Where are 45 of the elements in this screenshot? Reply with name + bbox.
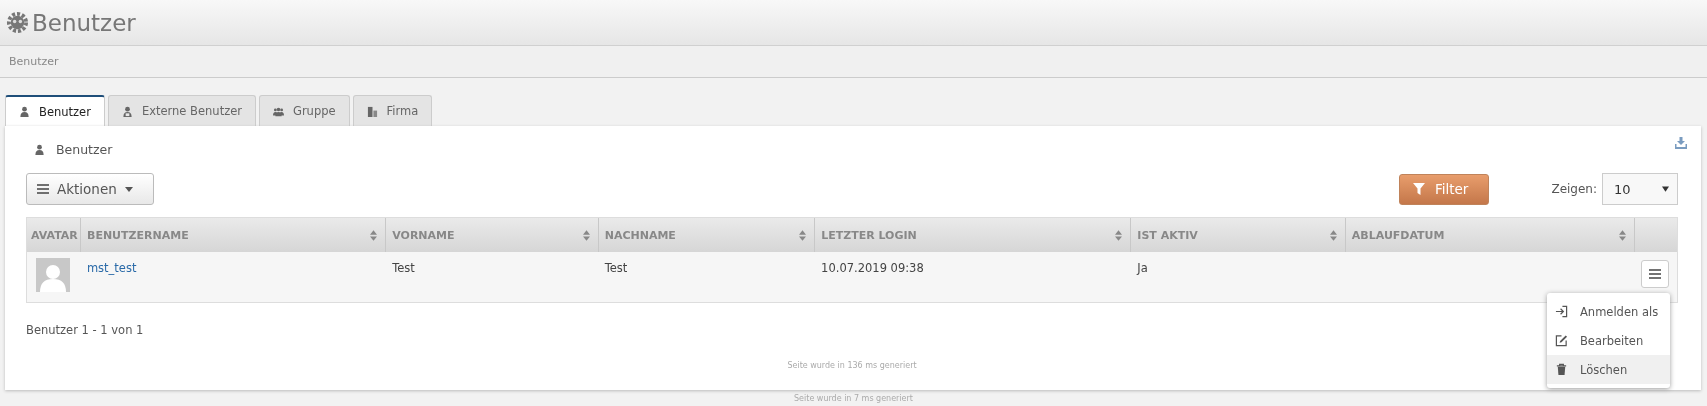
trash-icon (1555, 363, 1568, 376)
table-cell: Ja (1137, 261, 1148, 275)
sort-icon (799, 229, 807, 241)
table-cell: Test (604, 261, 628, 275)
caret-icon (1662, 186, 1669, 192)
table-cell: Test (392, 261, 415, 275)
menu-icon (37, 184, 49, 194)
page-size-select[interactable]: 10 (1602, 173, 1678, 205)
sort-icon (1619, 229, 1627, 241)
building-icon (366, 105, 378, 117)
show-label: Zeigen: (1551, 182, 1597, 196)
table-cell: 10.07.2019 09:38 (821, 261, 924, 275)
user-icon (121, 105, 133, 117)
username-link[interactable]: mst_test (86, 261, 137, 275)
actions-button[interactable]: Aktionen (26, 173, 154, 205)
user-icon (19, 106, 30, 117)
sort-icon (1329, 229, 1337, 241)
sort-icon (370, 229, 378, 241)
gear-icon (6, 11, 29, 34)
menu-item[interactable]: Anmelden als (1547, 297, 1670, 326)
filter-icon (1412, 183, 1425, 195)
filter-button[interactable]: Filter (1398, 173, 1490, 205)
login-icon (1555, 305, 1568, 318)
breadcrumb[interactable]: Benutzer (9, 55, 59, 68)
sort-icon (1115, 229, 1123, 241)
users-icon (273, 105, 284, 117)
sort-icon (582, 229, 590, 241)
pagination-info: Benutzer 1 - 1 von 1 (26, 323, 145, 337)
tab[interactable]: Externe Benutzer (107, 95, 256, 126)
row-menu-button[interactable] (1641, 260, 1670, 288)
edit-icon (1555, 334, 1568, 347)
avatar-placeholder (36, 258, 70, 292)
user-icon (34, 144, 45, 155)
generation-time: Seite wurde in 7 ms generiert (794, 394, 913, 403)
menu-item[interactable]: Löschen (1547, 355, 1670, 384)
menu-item[interactable]: Bearbeiten (1547, 326, 1670, 355)
download-icon[interactable] (1674, 135, 1688, 150)
caret-icon (124, 186, 133, 192)
generation-time: Seite wurde in 136 ms generiert (787, 361, 917, 370)
page-title: Benutzer (32, 9, 136, 36)
tab[interactable]: Benutzer (5, 95, 105, 126)
tab[interactable]: Firma (352, 95, 433, 126)
panel-title: Benutzer (56, 142, 113, 157)
tab[interactable]: Gruppe (259, 95, 350, 126)
menu-icon (1649, 269, 1662, 279)
